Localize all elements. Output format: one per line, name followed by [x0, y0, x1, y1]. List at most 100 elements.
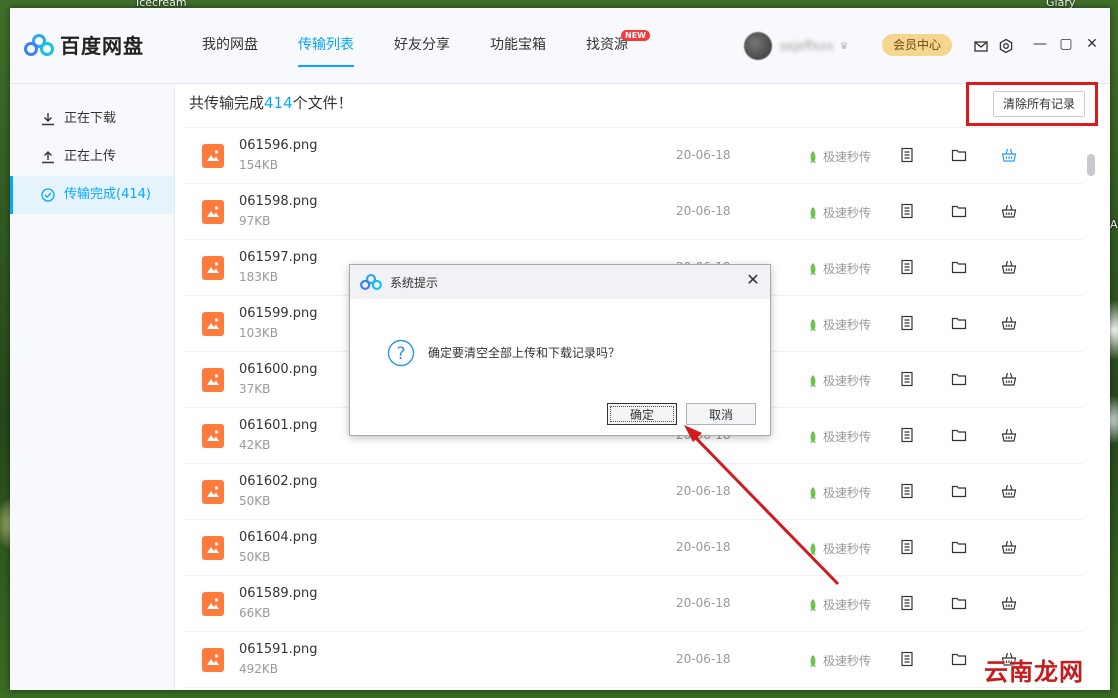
app-name: 百度网盘: [60, 34, 144, 58]
image-file-icon: [202, 592, 224, 616]
file-size: 492KB: [239, 662, 279, 676]
file-name[interactable]: 061600.png: [239, 362, 318, 377]
open-folder-icon[interactable]: [951, 259, 967, 275]
image-file-icon: [202, 256, 224, 280]
file-size: 50KB: [239, 494, 271, 508]
open-folder-icon[interactable]: [951, 539, 967, 555]
image-file-icon: [202, 424, 224, 448]
transfer-summary: 共传输完成414个文件！: [189, 92, 353, 113]
speed-label: 极速秒传: [823, 206, 872, 220]
speed-indicator: 极速秒传: [807, 260, 871, 277]
file-row[interactable]: 061589.png 66KB 20-06-18 极速秒传: [185, 576, 1083, 632]
nav-transfer-list[interactable]: 传输列表: [278, 8, 374, 83]
file-size: 183KB: [239, 270, 279, 284]
nav-my-disk[interactable]: 我的网盘: [182, 8, 278, 83]
confirm-button[interactable]: 确定: [607, 403, 677, 425]
dialog-header: 系统提示 ✕: [350, 265, 770, 299]
new-badge: NEW: [621, 30, 650, 41]
file-name[interactable]: 061591.png: [239, 642, 318, 657]
file-row[interactable]: 061591.png 492KB 20-06-18 极速秒传: [185, 632, 1083, 688]
file-name[interactable]: 061596.png: [239, 138, 318, 153]
file-name[interactable]: 061604.png: [239, 530, 318, 545]
sidebar-item-uploading[interactable]: 正在上传: [10, 138, 174, 176]
sidebar-item-completed[interactable]: 传输完成(414): [10, 176, 174, 214]
speed-label: 极速秒传: [823, 318, 872, 332]
mail-icon[interactable]: [973, 38, 989, 54]
nav-toolbox[interactable]: 功能宝箱: [470, 8, 566, 83]
file-detail-icon[interactable]: [899, 483, 915, 499]
delete-record-icon[interactable]: [1001, 427, 1017, 443]
file-detail-icon[interactable]: [899, 315, 915, 331]
file-detail-icon[interactable]: [899, 203, 915, 219]
delete-record-icon[interactable]: [1001, 315, 1017, 331]
username: sxjeffxxx: [780, 39, 834, 53]
summary-suffix: 个文件！: [292, 94, 353, 112]
rocket-icon: [810, 262, 816, 275]
delete-record-icon[interactable]: [1001, 259, 1017, 275]
open-folder-icon[interactable]: [951, 483, 967, 499]
image-file-icon: [202, 368, 224, 392]
app-logo[interactable]: 百度网盘: [24, 30, 144, 59]
cancel-button[interactable]: 取消: [686, 403, 756, 425]
nav-friend-share[interactable]: 好友分享: [374, 8, 470, 83]
desktop-label-edge: A: [1110, 218, 1118, 231]
image-file-icon: [202, 648, 224, 672]
file-date: 20-06-18: [676, 484, 731, 498]
file-row[interactable]: 061598.png 97KB 20-06-18 极速秒传: [185, 184, 1083, 240]
file-name[interactable]: 061589.png: [239, 586, 318, 601]
vip-center-button[interactable]: 会员中心: [882, 34, 952, 56]
open-folder-icon[interactable]: [951, 427, 967, 443]
file-detail-icon[interactable]: [899, 651, 915, 667]
dialog-close-icon[interactable]: ✕: [744, 270, 762, 289]
rocket-icon: [810, 542, 816, 555]
open-folder-icon[interactable]: [951, 371, 967, 387]
avatar: [744, 32, 772, 60]
file-date: 20-06-18: [676, 148, 731, 162]
file-detail-icon[interactable]: [899, 371, 915, 387]
sidebar-item-label: 正在上传: [64, 149, 117, 164]
nav-find-resources[interactable]: 找资源 NEW: [566, 8, 650, 83]
transfer-sidebar: 正在下载 正在上传 传输完成(414): [10, 84, 175, 690]
file-detail-icon[interactable]: [899, 259, 915, 275]
settings-icon[interactable]: [998, 38, 1014, 54]
close-icon[interactable]: ✕: [1084, 36, 1100, 52]
file-date: 20-06-18: [676, 540, 731, 554]
file-row[interactable]: 061602.png 50KB 20-06-18 极速秒传: [185, 464, 1083, 520]
delete-record-icon[interactable]: [1001, 203, 1017, 219]
open-folder-icon[interactable]: [951, 595, 967, 611]
file-name[interactable]: 061597.png: [239, 250, 318, 265]
user-profile[interactable]: sxjeffxxx ♛: [744, 32, 849, 60]
file-detail-icon[interactable]: [899, 539, 915, 555]
rocket-icon: [810, 318, 816, 331]
file-size: 42KB: [239, 438, 271, 452]
open-folder-icon[interactable]: [951, 147, 967, 163]
sidebar-item-downloading[interactable]: 正在下载: [10, 100, 174, 138]
delete-record-icon[interactable]: [1001, 595, 1017, 611]
minimize-icon[interactable]: —: [1032, 36, 1048, 52]
speed-label: 极速秒传: [823, 374, 872, 388]
delete-record-icon[interactable]: [1001, 483, 1017, 499]
open-folder-icon[interactable]: [951, 315, 967, 331]
scrollbar-thumb[interactable]: [1087, 154, 1095, 176]
file-detail-icon[interactable]: [899, 427, 915, 443]
image-file-icon: [202, 200, 224, 224]
file-row[interactable]: 061604.png 50KB 20-06-18 极速秒传: [185, 520, 1083, 576]
delete-record-icon[interactable]: [1001, 539, 1017, 555]
file-date: 20-06-18: [676, 204, 731, 218]
maximize-icon[interactable]: ▢: [1058, 36, 1074, 52]
file-name[interactable]: 061601.png: [239, 418, 318, 433]
file-name[interactable]: 061599.png: [239, 306, 318, 321]
file-name[interactable]: 061602.png: [239, 474, 318, 489]
delete-record-icon[interactable]: [1001, 371, 1017, 387]
open-folder-icon[interactable]: [951, 651, 967, 667]
sidebar-item-label: 正在下载: [64, 111, 117, 126]
file-size: 66KB: [239, 606, 271, 620]
delete-record-icon[interactable]: [1001, 147, 1017, 163]
file-row[interactable]: 061596.png 154KB 20-06-18 极速秒传: [185, 128, 1083, 184]
open-folder-icon[interactable]: [951, 203, 967, 219]
file-name[interactable]: 061598.png: [239, 194, 318, 209]
file-detail-icon[interactable]: [899, 595, 915, 611]
rocket-icon: [810, 430, 816, 443]
image-file-icon: [202, 312, 224, 336]
file-detail-icon[interactable]: [899, 147, 915, 163]
